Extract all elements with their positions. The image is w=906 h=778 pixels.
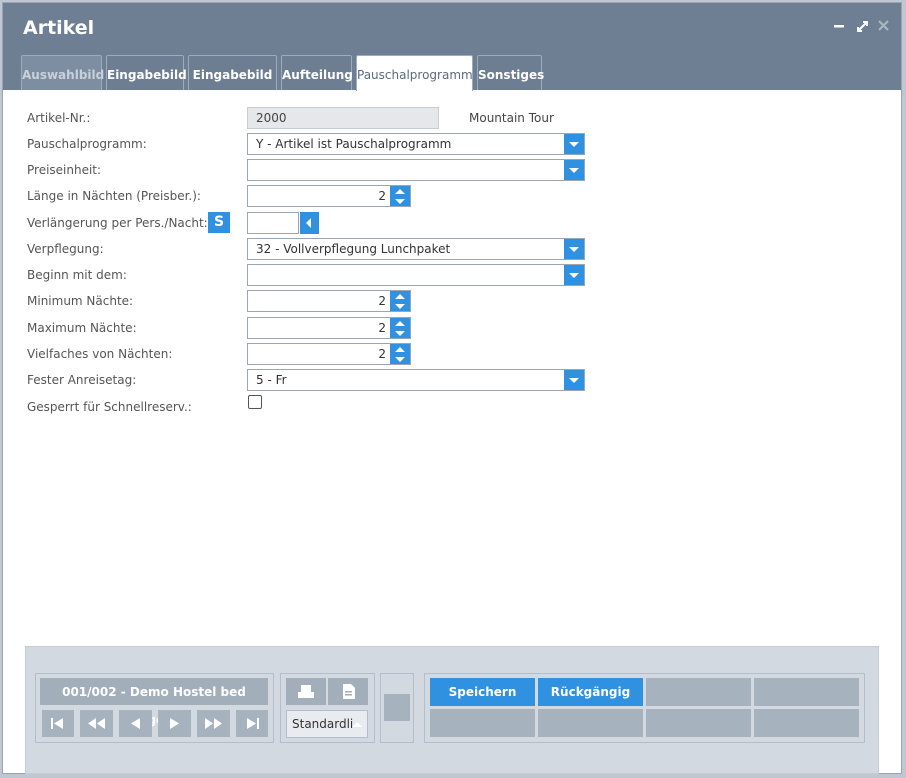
anreisetag-value: 5 - Fr — [256, 373, 287, 387]
arrow-up-icon[interactable] — [395, 321, 405, 326]
stepper-buttons[interactable] — [390, 186, 410, 206]
chevron-down-icon[interactable] — [564, 239, 584, 259]
tab-sonstiges[interactable]: Sonstiges — [477, 55, 544, 90]
tab-pauschalprogramm[interactable]: Pauschalprogramm — [356, 55, 473, 91]
empty-action-button[interactable] — [430, 709, 535, 737]
pauschalprogramm-label: Pauschalprogramm: — [27, 137, 147, 151]
window-title: Artikel — [23, 17, 95, 39]
laenge-stepper[interactable]: 2 — [247, 185, 411, 207]
arrow-up-icon[interactable] — [395, 294, 405, 299]
max-naechte-value: 2 — [378, 321, 386, 335]
laenge-value: 2 — [378, 189, 386, 203]
minimize-icon[interactable] — [834, 15, 844, 39]
s-button[interactable]: S — [208, 212, 230, 233]
maximize-icon[interactable] — [857, 15, 868, 39]
record-label[interactable]: 001/002 - Demo Hostel bed categories — [40, 678, 268, 727]
vielfaches-stepper[interactable]: 2 — [247, 343, 411, 365]
anreisetag-label: Fester Anreisetag: — [27, 373, 137, 387]
verlaengerung-label: Verlängerung per Pers./Nacht: — [27, 216, 208, 230]
artikel-description: Mountain Tour — [469, 111, 554, 125]
arrow-down-icon[interactable] — [395, 304, 405, 309]
document-icon[interactable] — [328, 678, 368, 705]
title-bar[interactable]: Artikel Auswahlbild Eingabebild Eingabeb… — [3, 3, 901, 120]
beginn-select[interactable] — [247, 264, 585, 286]
chevron-down-icon[interactable] — [564, 265, 584, 285]
tab-eingabebild-2[interactable]: Eingabebild 2 — [188, 55, 277, 120]
tab-eingabebild[interactable]: Eingabebild — [106, 55, 187, 90]
gesperrt-checkbox[interactable] — [248, 395, 262, 409]
empty-action-button[interactable] — [646, 709, 751, 737]
chevron-up-icon[interactable] — [352, 722, 362, 727]
vielfaches-label: Vielfaches von Nächten: — [27, 347, 173, 361]
empty-action-button[interactable] — [646, 678, 751, 706]
beginn-label: Beginn mit dem: — [27, 268, 127, 282]
verpflegung-label: Verpflegung: — [27, 242, 104, 256]
misc-button[interactable] — [384, 694, 410, 721]
gesperrt-label: Gesperrt für Schnellreserv.: — [27, 400, 192, 414]
artikel-window: Artikel Auswahlbild Eingabebild Eingabeb… — [2, 2, 902, 774]
chevron-down-icon[interactable] — [564, 160, 584, 180]
layout-select-value: Standardli — [292, 717, 354, 731]
first-record-icon[interactable] — [42, 710, 74, 737]
save-button[interactable]: Speichern — [430, 678, 535, 706]
empty-action-button[interactable] — [754, 678, 859, 706]
arrow-down-icon[interactable] — [395, 357, 405, 362]
layout-select[interactable]: Standardli — [286, 710, 368, 738]
arrow-down-icon[interactable] — [395, 331, 405, 336]
preiseinheit-select[interactable] — [247, 159, 585, 181]
artikel-nr-field: 2000 — [247, 107, 439, 129]
verpflegung-value: 32 - Vollverpflegung Lunchpaket — [256, 242, 451, 256]
min-naechte-value: 2 — [378, 294, 386, 308]
artikel-nr-value: 2000 — [256, 111, 287, 125]
arrow-down-icon[interactable] — [395, 199, 405, 204]
arrow-up-icon[interactable] — [395, 347, 405, 352]
next-icon[interactable] — [158, 710, 191, 737]
chevron-down-icon[interactable] — [564, 370, 584, 390]
tab-aufteilung[interactable]: Aufteilung — [281, 55, 353, 90]
close-icon[interactable] — [878, 15, 889, 39]
verlaengerung-field[interactable] — [247, 212, 299, 234]
min-naechte-stepper[interactable]: 2 — [247, 290, 411, 312]
max-naechte-label: Maximum Nächte: — [27, 321, 137, 335]
min-naechte-label: Minimum Nächte: — [27, 294, 134, 308]
last-record-icon[interactable] — [236, 710, 268, 737]
stepper-buttons[interactable] — [390, 344, 410, 364]
stepper-buttons[interactable] — [390, 291, 410, 311]
artikel-nr-label: Artikel-Nr.: — [27, 111, 91, 125]
tab-auswahlbild[interactable]: Auswahlbild — [21, 55, 104, 90]
vielfaches-value: 2 — [378, 347, 386, 361]
preiseinheit-label: Preiseinheit: — [27, 163, 102, 177]
rewind-icon[interactable] — [80, 710, 113, 737]
empty-action-button[interactable] — [538, 709, 643, 737]
undo-button[interactable]: Rückgängig — [538, 678, 643, 706]
verpflegung-select[interactable]: 32 - Vollverpflegung Lunchpaket — [247, 238, 585, 260]
chevron-down-icon[interactable] — [564, 134, 584, 154]
pauschalprogramm-select[interactable]: Y - Artikel ist Pauschalprogramm — [247, 133, 585, 155]
max-naechte-stepper[interactable]: 2 — [247, 317, 411, 339]
stepper-buttons[interactable] — [390, 318, 410, 338]
anreisetag-select[interactable]: 5 - Fr — [247, 369, 585, 391]
fast-forward-icon[interactable] — [197, 710, 230, 737]
printer-icon[interactable] — [286, 678, 326, 705]
empty-action-button[interactable] — [754, 709, 859, 737]
chevron-left-icon[interactable] — [300, 212, 319, 234]
arrow-up-icon[interactable] — [395, 189, 405, 194]
laenge-label: Länge in Nächten (Preisber.): — [27, 189, 201, 203]
pauschalprogramm-value: Y - Artikel ist Pauschalprogramm — [256, 137, 452, 151]
previous-icon[interactable] — [119, 710, 152, 737]
